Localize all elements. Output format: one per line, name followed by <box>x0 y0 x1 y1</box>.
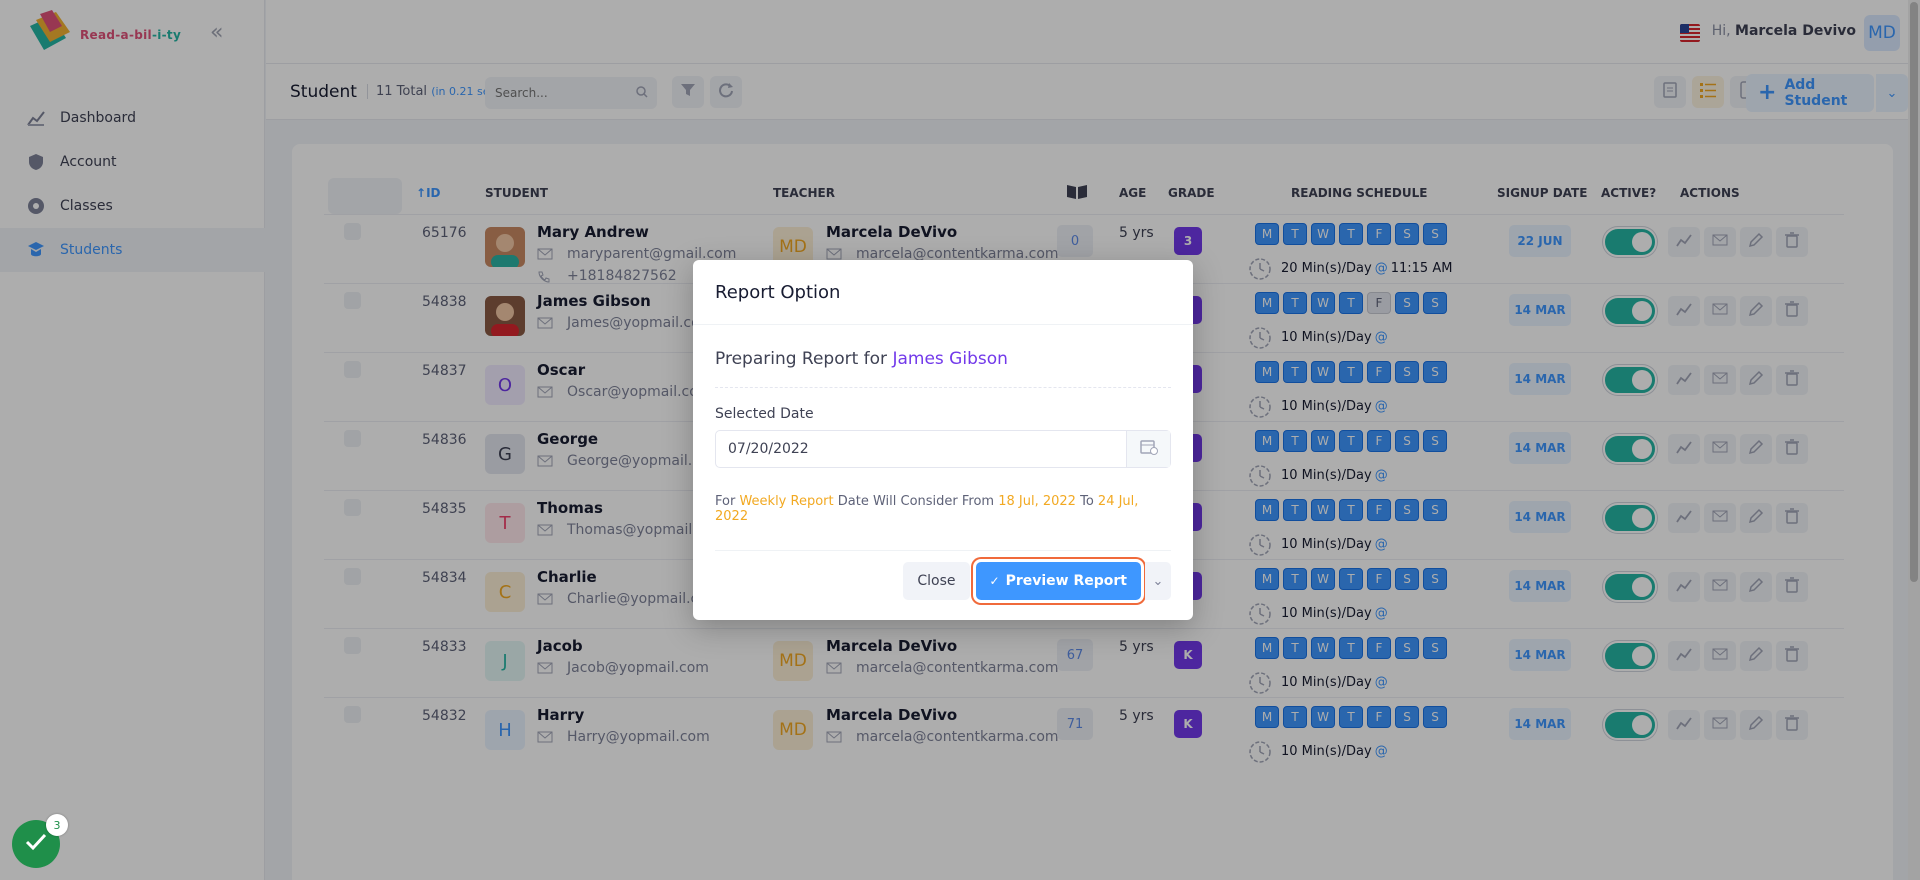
check-icon: ✓ <box>989 574 1000 588</box>
calendar-button[interactable] <box>1126 431 1170 467</box>
preparing-text: Preparing Report for <box>715 349 888 369</box>
report-range-note: For Weekly Report Date Will Consider Fro… <box>715 494 1171 551</box>
calendar-icon <box>1139 439 1158 459</box>
report-option-modal: Report Option Preparing Report for James… <box>693 260 1193 620</box>
notification-badge: 3 <box>46 814 68 836</box>
note-to-word: To <box>1080 494 1094 509</box>
tasks-fab-button[interactable]: 3 <box>12 814 68 868</box>
chevron-down-icon: ⌄ <box>1152 573 1164 589</box>
modal-footer: Close ✓ Preview Report ⌄ <box>903 562 1171 600</box>
preview-label: Preview Report <box>1005 573 1127 589</box>
preview-options-dropdown[interactable]: ⌄ <box>1145 562 1171 600</box>
close-button[interactable]: Close <box>903 562 970 600</box>
note-mid: Date Will Consider From <box>837 494 995 509</box>
date-field <box>715 430 1171 468</box>
preview-report-button[interactable]: ✓ Preview Report <box>975 562 1141 600</box>
note-prefix: For <box>715 494 736 509</box>
date-input[interactable] <box>716 431 1126 467</box>
modal-title: Report Option <box>693 260 1193 325</box>
check-icon <box>25 833 47 855</box>
note-from-date: 18 Jul, 2022 <box>998 494 1076 509</box>
modal-subtitle: Preparing Report for James Gibson <box>715 349 1171 388</box>
date-label: Selected Date <box>715 406 814 422</box>
note-report-type: Weekly Report <box>739 494 834 509</box>
modal-student-name: James Gibson <box>892 349 1008 369</box>
